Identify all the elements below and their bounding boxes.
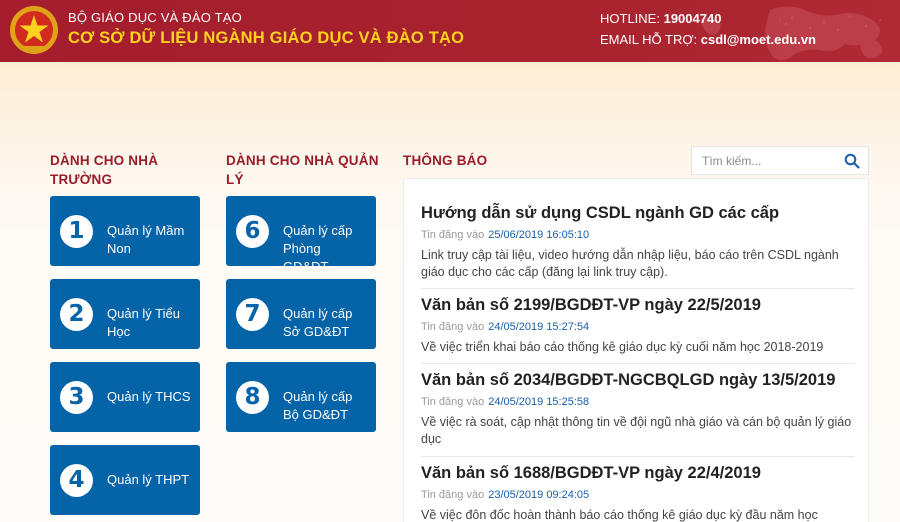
news-description: Về việc triển khai báo cáo thống kê giáo… — [421, 339, 855, 356]
news-item: Văn bản số 2199/BGDĐT-VP ngày 22/5/2019 … — [421, 295, 855, 356]
news-description-line1: Link truy cập tài liệu, video hướng dẫn … — [421, 248, 839, 262]
tile-label: Quản lý Mầm Non — [107, 222, 197, 258]
news-meta: Tin đăng vào 25/06/2019 16:05:10 — [421, 228, 855, 242]
management-heading-line2: LÝ — [226, 172, 244, 187]
posted-date: 24/05/2019 15:27:54 — [488, 321, 590, 333]
news-meta: Tin đăng vào 24/05/2019 15:27:54 — [421, 320, 855, 334]
posted-label: Tin đăng vào — [421, 396, 485, 408]
tile-label: Quản lý Tiểu Học — [107, 305, 197, 341]
news-meta: Tin đăng vào 24/05/2019 15:25:58 — [421, 395, 855, 409]
tile-label: Quản lý THPT — [107, 471, 197, 489]
news-description: Về việc rà soát, cập nhật thông tin về đ… — [421, 414, 855, 448]
tile-secondary-management[interactable]: 3 Quản lý THCS — [50, 362, 200, 432]
schools-heading: DÀNH CHO NHÀ TRƯỜNG — [50, 151, 220, 189]
schools-heading-line1: DÀNH CHO NHÀ — [50, 153, 159, 168]
site-header: BỘ GIÁO DỤC VÀ ĐÀO TẠO CƠ SỞ DỮ LIỆU NGÀ… — [0, 0, 900, 62]
tile-number: 7 — [236, 298, 269, 331]
management-heading-line1: DÀNH CHO NHÀ QUẢN — [226, 153, 379, 168]
news-title[interactable]: Hướng dẫn sử dụng CSDL ngành GD các cấp — [421, 203, 855, 223]
news-item: Hướng dẫn sử dụng CSDL ngành GD các cấp … — [421, 203, 855, 281]
tile-label: Quản lý cấp Bộ GD&ĐT — [283, 388, 373, 424]
tile-label: Quản lý cấp Sở GD&ĐT — [283, 305, 373, 341]
tile-label-line2: Phòng — [283, 241, 321, 256]
news-divider — [421, 363, 855, 364]
tile-ministry-management[interactable]: 8 Quản lý cấp Bộ GD&ĐT — [226, 362, 376, 432]
management-heading: DÀNH CHO NHÀ QUẢN LÝ — [226, 151, 396, 189]
news-item: Văn bản số 1688/BGDĐT-VP ngày 22/4/2019 … — [421, 463, 855, 522]
news-description: Về việc đôn đốc hoàn thành báo cáo thống… — [421, 507, 855, 522]
hotline: HOTLINE: 19004740 — [600, 11, 721, 26]
tile-label-line1: Quản lý Tiểu — [107, 306, 180, 321]
news-description-line2: dục — [421, 432, 442, 446]
tile-label-line2: Bộ GD&ĐT — [283, 407, 349, 422]
support-email: EMAIL HỖ TRỢ: csdl@moet.edu.vn — [600, 32, 816, 47]
email-address[interactable]: csdl@moet.edu.vn — [701, 32, 816, 47]
tile-label-line2: Sở GD&ĐT — [283, 324, 350, 339]
posted-label: Tin đăng vào — [421, 489, 485, 501]
news-title[interactable]: Văn bản số 2199/BGDĐT-VP ngày 22/5/2019 — [421, 295, 855, 315]
search-input[interactable] — [692, 147, 842, 174]
tile-highschool-management[interactable]: 4 Quản lý THPT — [50, 445, 200, 515]
news-description-line1: Về việc đôn đốc hoàn thành báo cáo thống… — [421, 508, 818, 522]
tile-label-line3: GD&ĐT — [283, 258, 373, 266]
news-heading: THÔNG BÁO — [403, 153, 488, 168]
schools-heading-line2: TRƯỜNG — [50, 172, 113, 187]
tile-number: 4 — [60, 464, 93, 497]
tile-label-line1: Quản lý THPT — [107, 472, 190, 487]
tile-number: 3 — [60, 381, 93, 414]
news-title[interactable]: Văn bản số 2034/BGDĐT-NGCBQLGD ngày 13/5… — [421, 370, 855, 390]
tile-label-line1: Quản lý cấp — [283, 306, 353, 321]
news-description-line1: Về việc rà soát, cập nhật thông tin về đ… — [421, 415, 852, 429]
tile-label-line1: Quản lý cấp — [283, 389, 353, 404]
tile-primary-management[interactable]: 2 Quản lý Tiểu Học — [50, 279, 200, 349]
tile-label: Quản lý cấp Phòng GD&ĐT — [283, 222, 373, 266]
tile-number: 8 — [236, 381, 269, 414]
posted-date: 23/05/2019 09:24:05 — [488, 489, 590, 501]
search-icon[interactable] — [844, 153, 860, 169]
tile-label-line2: Học — [107, 324, 131, 339]
tile-department-management[interactable]: 7 Quản lý cấp Sở GD&ĐT — [226, 279, 376, 349]
posted-label: Tin đăng vào — [421, 229, 485, 241]
news-description-line1: Về việc triển khai báo cáo thống kê giáo… — [421, 340, 824, 354]
tile-district-management[interactable]: 6 Quản lý cấp Phòng GD&ĐT — [226, 196, 376, 266]
news-title[interactable]: Văn bản số 1688/BGDĐT-VP ngày 22/4/2019 — [421, 463, 855, 483]
tile-preschool-management[interactable]: 1 Quản lý Mầm Non — [50, 196, 200, 266]
hotline-number[interactable]: 19004740 — [664, 11, 722, 26]
tile-label-line2: Non — [107, 241, 131, 256]
news-divider — [421, 288, 855, 289]
news-description-line2: giáo dục cho các cấp (đăng lại link truy… — [421, 265, 668, 279]
site-title[interactable]: CƠ SỞ DỮ LIỆU NGÀNH GIÁO DỤC VÀ ĐÀO TẠO — [68, 29, 464, 48]
news-description: Link truy cập tài liệu, video hướng dẫn … — [421, 247, 855, 281]
hotline-label: HOTLINE: — [600, 11, 660, 26]
world-map-decoration — [700, 6, 882, 61]
ministry-name: BỘ GIÁO DỤC VÀ ĐÀO TẠO — [68, 10, 242, 25]
news-meta: Tin đăng vào 23/05/2019 09:24:05 — [421, 488, 855, 502]
search-box — [691, 146, 869, 175]
posted-date: 24/05/2019 15:25:58 — [488, 396, 590, 408]
tile-label-line1: Quản lý Mầm — [107, 223, 185, 238]
tile-number: 1 — [60, 215, 93, 248]
tile-label-line1: Quản lý cấp — [283, 223, 353, 238]
national-emblem-icon — [10, 6, 58, 54]
posted-label: Tin đăng vào — [421, 321, 485, 333]
email-label: EMAIL HỖ TRỢ: — [600, 32, 698, 47]
news-item: Văn bản số 2034/BGDĐT-NGCBQLGD ngày 13/5… — [421, 370, 855, 448]
tile-number: 6 — [236, 215, 269, 248]
tile-number: 2 — [60, 298, 93, 331]
tile-label: Quản lý THCS — [107, 388, 197, 406]
tile-label-line1: Quản lý THCS — [107, 389, 191, 404]
posted-date: 25/06/2019 16:05:10 — [488, 229, 590, 241]
news-divider — [421, 456, 855, 457]
